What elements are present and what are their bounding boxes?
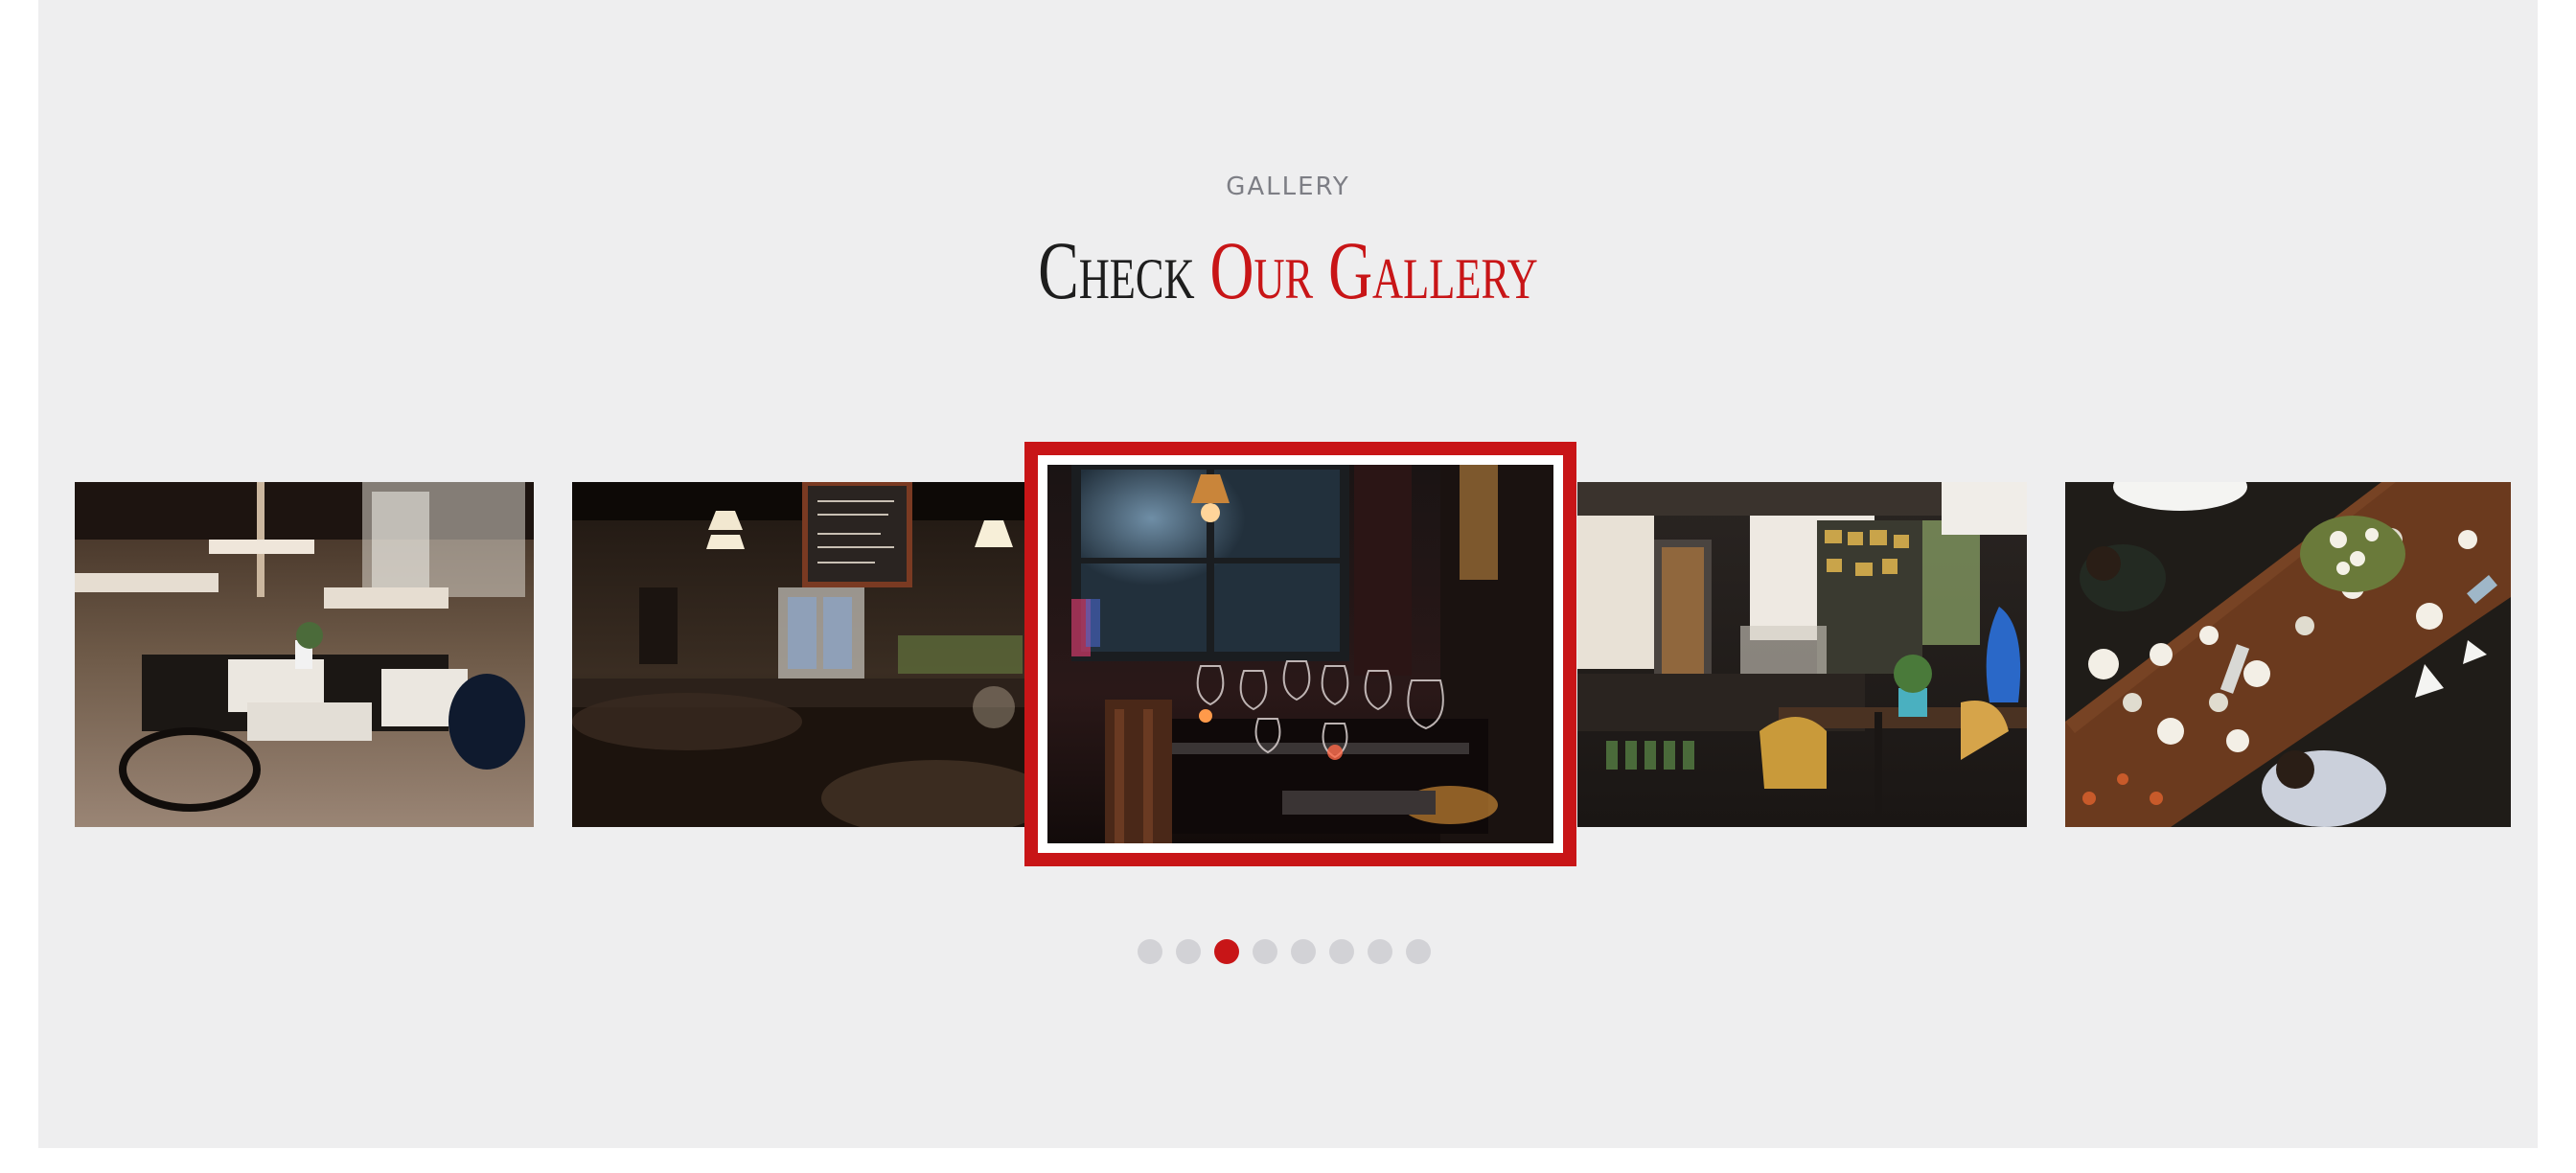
section-kicker: GALLERY [1226,172,1350,201]
gallery-slide-5[interactable] [2065,482,2511,827]
gallery-slide-3 [1047,465,1553,843]
cafe-counter-with-fridges-photo [1577,482,2027,827]
bar-with-chalkboard-menu-photo [572,482,1025,827]
table-with-wine-glasses-photo [1047,465,1553,843]
pagination-dot-6[interactable] [1329,939,1354,964]
pagination-dot-7[interactable] [1368,939,1392,964]
overhead-dinner-table-photo [2065,482,2511,827]
gallery-pagination [1138,939,1431,964]
pagination-dot-5[interactable] [1291,939,1316,964]
gallery-slide-4[interactable] [1577,482,2027,827]
pagination-dot-2[interactable] [1176,939,1201,964]
active-slide-mat [1038,455,1563,853]
pagination-dot-1[interactable] [1138,939,1162,964]
title-part-1: Check [1038,224,1195,316]
pagination-dot-4[interactable] [1253,939,1277,964]
title-part-2: Our Gallery [1209,224,1538,316]
restaurant-dining-room-photo [75,482,534,827]
gallery-slide-2[interactable] [572,482,1025,827]
pagination-dot-3[interactable] [1214,939,1239,964]
active-gallery-slide[interactable] [1024,442,1576,866]
section-title: Check Our Gallery [363,213,2213,328]
pagination-dot-8[interactable] [1406,939,1431,964]
gallery-slide-1[interactable] [75,482,534,827]
